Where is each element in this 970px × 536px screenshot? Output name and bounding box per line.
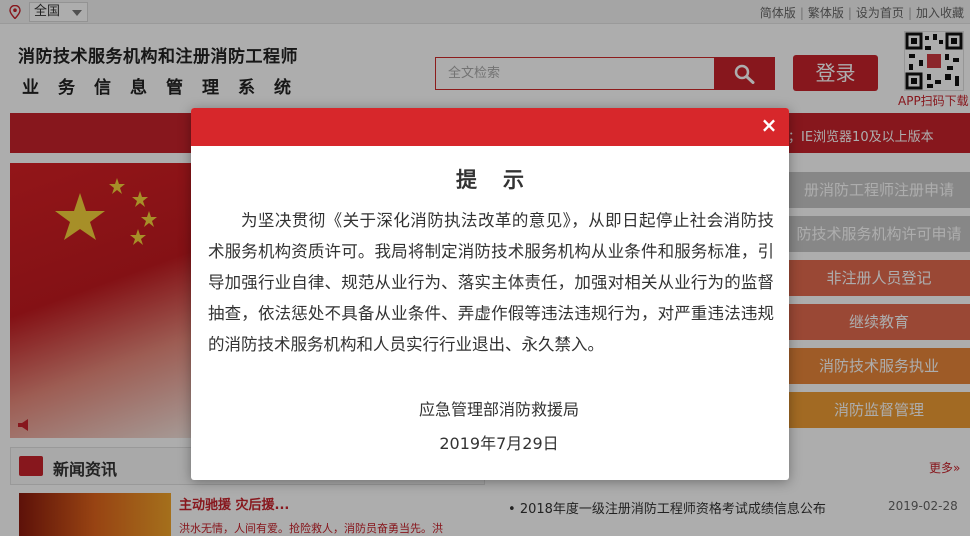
dialog-signature-org: 应急管理部消防救援局 bbox=[418, 400, 579, 419]
dialog-header-bar bbox=[191, 108, 789, 146]
dialog-title: 提示 bbox=[456, 168, 550, 192]
notice-dialog: × 提示 为坚决贯彻《关于深化消防执法改革的意见》，从即日起停止社会消防技术服务… bbox=[191, 108, 789, 480]
dialog-signature-date: 2019年7月29日 bbox=[439, 434, 559, 453]
close-icon[interactable]: × bbox=[758, 114, 780, 136]
dialog-body-text: 为坚决贯彻《关于深化消防执法改革的意见》，从即日起停止社会消防技术服务机构资质许… bbox=[208, 211, 774, 354]
